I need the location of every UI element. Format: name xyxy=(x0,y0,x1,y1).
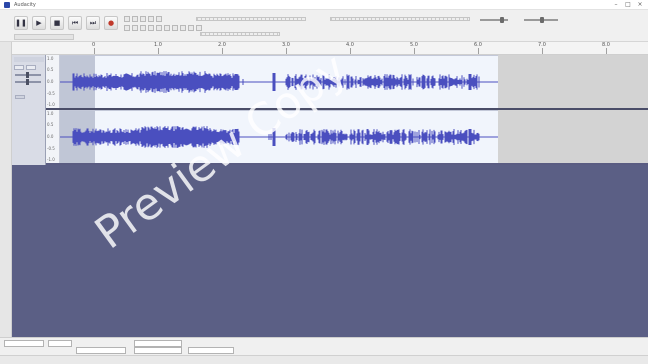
paste-icon[interactable] xyxy=(140,25,146,31)
title-bar: Audacity – □ × xyxy=(0,0,648,10)
playback-volume-knob[interactable] xyxy=(540,17,544,23)
cut-icon[interactable] xyxy=(124,25,130,31)
solo-button[interactable] xyxy=(26,65,36,70)
ruler-tick xyxy=(158,48,159,54)
ruler-tick xyxy=(542,48,543,54)
ruler-tick xyxy=(94,48,95,54)
ruler-tick xyxy=(478,48,479,54)
redo-icon[interactable] xyxy=(172,25,178,31)
envelope-tool-icon[interactable] xyxy=(132,16,138,22)
selection-end-box[interactable] xyxy=(188,347,234,354)
selection-toolbar xyxy=(0,337,648,355)
scale-label: -0.5 xyxy=(47,146,55,151)
play-icon: ▶ xyxy=(36,19,42,27)
waveform-left[interactable] xyxy=(60,56,498,108)
amplitude-scale-right: 1.0 0.5 0.0 -0.5 -1.0 xyxy=(46,110,60,163)
zoom-out-icon[interactable] xyxy=(188,25,194,31)
minimize-icon[interactable]: – xyxy=(610,1,622,9)
play-button[interactable]: ▶ xyxy=(32,16,46,30)
scale-label: -0.5 xyxy=(47,91,55,96)
draw-tool-icon[interactable] xyxy=(140,16,146,22)
track-control-panel[interactable] xyxy=(12,55,46,165)
app-icon xyxy=(4,2,10,8)
timeshift-tool-icon[interactable] xyxy=(156,16,162,22)
ruler-tick xyxy=(286,48,287,54)
scale-label: -1.0 xyxy=(47,102,55,107)
selection-start-box[interactable] xyxy=(134,340,182,347)
scale-label: -1.0 xyxy=(47,157,55,162)
empty-project-area[interactable] xyxy=(12,165,648,337)
ruler-tick xyxy=(606,48,607,54)
waveform-right[interactable] xyxy=(60,111,498,163)
window-title: Audacity xyxy=(14,2,36,8)
skip-end-button[interactable]: ⏭ xyxy=(86,16,100,30)
toolbar: ❚❚ ▶ ■ ⏮ ⏭ ● xyxy=(0,10,648,42)
scale-label: 0.5 xyxy=(47,122,54,127)
meter-scale xyxy=(200,32,280,36)
status-bar xyxy=(0,355,648,364)
trim-icon[interactable] xyxy=(148,25,154,31)
scale-label: 0.0 xyxy=(47,134,54,139)
copy-icon[interactable] xyxy=(132,25,138,31)
scale-label: 0.0 xyxy=(47,79,54,84)
skip-end-icon: ⏭ xyxy=(89,18,97,27)
record-icon: ● xyxy=(107,19,115,27)
audio-position-box[interactable] xyxy=(76,347,126,354)
fit-selection-icon[interactable] xyxy=(196,25,202,31)
channel-left-empty[interactable] xyxy=(498,55,648,108)
ruler-tick xyxy=(414,48,415,54)
amplitude-scale-left: 1.0 0.5 0.0 -0.5 -1.0 xyxy=(46,55,60,108)
pause-button[interactable]: ❚❚ xyxy=(14,16,28,30)
selection-tool-icon[interactable] xyxy=(124,16,130,22)
scale-label: 1.0 xyxy=(47,111,54,116)
recording-volume-knob[interactable] xyxy=(500,17,504,23)
channel-right-empty[interactable] xyxy=(498,110,648,163)
stop-button[interactable]: ■ xyxy=(50,16,64,30)
close-icon[interactable]: × xyxy=(634,1,646,9)
gain-knob[interactable] xyxy=(26,72,29,78)
maximize-icon[interactable]: □ xyxy=(622,1,634,9)
record-button[interactable]: ● xyxy=(104,16,118,30)
mute-button[interactable] xyxy=(14,65,24,70)
project-rate-box[interactable] xyxy=(4,340,44,347)
skip-start-icon: ⏮ xyxy=(71,18,79,27)
stop-icon: ■ xyxy=(53,19,61,27)
snap-to-box[interactable] xyxy=(48,340,72,347)
undo-icon[interactable] xyxy=(164,25,170,31)
playback-meter[interactable] xyxy=(330,17,470,21)
scale-label: 0.5 xyxy=(47,67,54,72)
scale-label: 1.0 xyxy=(47,56,54,61)
ruler-tick xyxy=(222,48,223,54)
zoom-in-icon[interactable] xyxy=(180,25,186,31)
timeline-ruler[interactable]: 0 1.0 2.0 3.0 4.0 5.0 6.0 7.0 8.0 xyxy=(12,42,648,55)
ruler-tick xyxy=(350,48,351,54)
pause-icon: ❚❚ xyxy=(15,19,27,27)
left-gutter xyxy=(0,42,12,337)
tools-toolbar xyxy=(124,14,204,36)
silence-icon[interactable] xyxy=(156,25,162,31)
pan-knob[interactable] xyxy=(26,79,29,85)
skip-start-button[interactable]: ⏮ xyxy=(68,16,82,30)
selection-start-value[interactable] xyxy=(134,347,182,354)
device-toolbar[interactable] xyxy=(14,34,74,40)
track-name-button[interactable] xyxy=(14,57,44,62)
collapse-button[interactable] xyxy=(15,95,25,99)
recording-meter[interactable] xyxy=(196,17,306,21)
zoom-tool-icon[interactable] xyxy=(148,16,154,22)
